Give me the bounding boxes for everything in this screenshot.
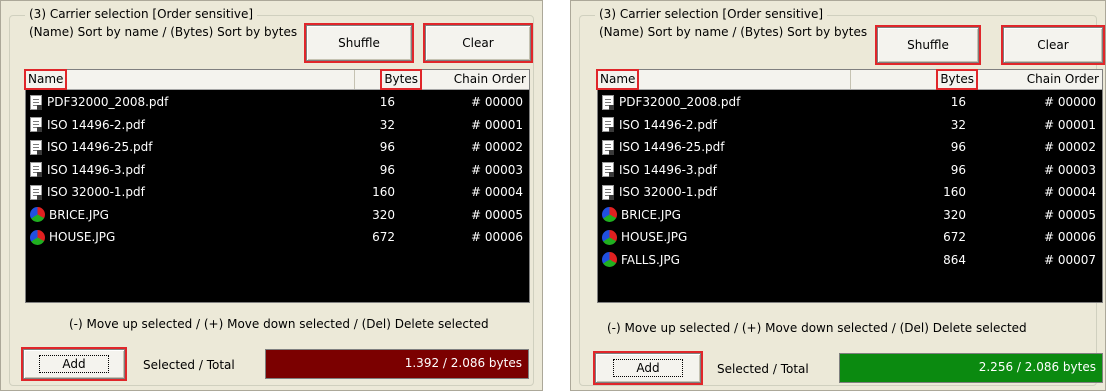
- column-header-name[interactable]: Name: [595, 69, 851, 90]
- clear-button[interactable]: Clear: [423, 23, 533, 63]
- column-header-name[interactable]: Name: [23, 69, 355, 90]
- list-item[interactable]: ISO 14496-25.pdf 96 # 00002: [26, 136, 529, 159]
- image-icon: [602, 252, 617, 268]
- document-icon: [602, 94, 614, 110]
- column-header-chain-order[interactable]: Chain Order: [977, 70, 1102, 89]
- column-header-chain-order[interactable]: Chain Order: [421, 70, 529, 89]
- group-title: (3) Carrier selection [Order sensitive]: [595, 7, 828, 21]
- column-header-bytes[interactable]: Bytes: [355, 69, 422, 90]
- list-item[interactable]: PDF32000_2008.pdf 16 # 00000: [598, 91, 1102, 114]
- list-item[interactable]: ISO 14496-2.pdf 32 # 00001: [598, 114, 1102, 137]
- rows: PDF32000_2008.pdf 16 # 00000 ISO 14496-2…: [26, 91, 529, 249]
- document-icon: [30, 94, 42, 110]
- list-item[interactable]: ISO 14496-2.pdf 32 # 00001: [26, 114, 529, 137]
- sort-hint: (Name) Sort by name / (Bytes) Sort by by…: [599, 25, 868, 39]
- carrier-list[interactable]: Name Bytes Chain Order PDF32000_2008.pdf…: [595, 69, 1103, 303]
- document-icon: [30, 139, 42, 155]
- list-header: Name Bytes Chain Order: [23, 69, 529, 90]
- image-icon: [602, 229, 617, 245]
- column-header-bytes[interactable]: Bytes: [851, 69, 978, 90]
- list-item[interactable]: ISO 32000-1.pdf 160 # 00004: [598, 181, 1102, 204]
- carrier-panel-right: (3) Carrier selection [Order sensitive] …: [570, 0, 1106, 391]
- add-button[interactable]: Add: [21, 347, 127, 381]
- document-icon: [30, 162, 42, 178]
- selected-total-label: Selected / Total: [717, 362, 809, 376]
- document-icon: [30, 184, 42, 200]
- move-hint: (-) Move up selected / (+) Move down sel…: [607, 321, 1027, 335]
- image-icon: [30, 207, 45, 223]
- list-item[interactable]: PDF32000_2008.pdf 16 # 00000: [26, 91, 529, 114]
- total-bytes-indicator: 1.392 / 2.086 bytes: [265, 349, 529, 379]
- rows: PDF32000_2008.pdf 16 # 00000 ISO 14496-2…: [598, 91, 1102, 271]
- clear-button[interactable]: Clear: [1001, 25, 1105, 65]
- list-item[interactable]: HOUSE.JPG 672 # 00006: [26, 226, 529, 249]
- sort-hint: (Name) Sort by name / (Bytes) Sort by by…: [29, 25, 298, 39]
- carrier-panel-left: (3) Carrier selection [Order sensitive] …: [0, 0, 543, 391]
- document-icon: [602, 184, 614, 200]
- image-icon: [30, 229, 45, 245]
- image-icon: [602, 207, 617, 223]
- list-item[interactable]: FALLS.JPG 864 # 00007: [598, 249, 1102, 272]
- carrier-list[interactable]: Name Bytes Chain Order PDF32000_2008.pdf…: [23, 69, 530, 303]
- document-icon: [602, 162, 614, 178]
- list-item[interactable]: HOUSE.JPG 672 # 00006: [598, 226, 1102, 249]
- document-icon: [30, 117, 42, 133]
- document-icon: [602, 117, 614, 133]
- move-hint: (-) Move up selected / (+) Move down sel…: [69, 317, 489, 331]
- shuffle-button[interactable]: Shuffle: [875, 25, 981, 65]
- selected-total-label: Selected / Total: [143, 358, 235, 372]
- list-item[interactable]: ISO 32000-1.pdf 160 # 00004: [26, 181, 529, 204]
- list-item[interactable]: BRICE.JPG 320 # 00005: [598, 204, 1102, 227]
- list-item[interactable]: ISO 14496-3.pdf 96 # 00003: [26, 159, 529, 182]
- total-bytes-indicator: 2.256 / 2.086 bytes: [839, 353, 1103, 383]
- document-icon: [602, 139, 614, 155]
- shuffle-button[interactable]: Shuffle: [304, 23, 414, 63]
- list-item[interactable]: ISO 14496-3.pdf 96 # 00003: [598, 159, 1102, 182]
- list-item[interactable]: ISO 14496-25.pdf 96 # 00002: [598, 136, 1102, 159]
- list-header: Name Bytes Chain Order: [595, 69, 1102, 90]
- list-item[interactable]: BRICE.JPG 320 # 00005: [26, 204, 529, 227]
- group-title: (3) Carrier selection [Order sensitive]: [25, 7, 258, 21]
- add-button[interactable]: Add: [593, 351, 703, 385]
